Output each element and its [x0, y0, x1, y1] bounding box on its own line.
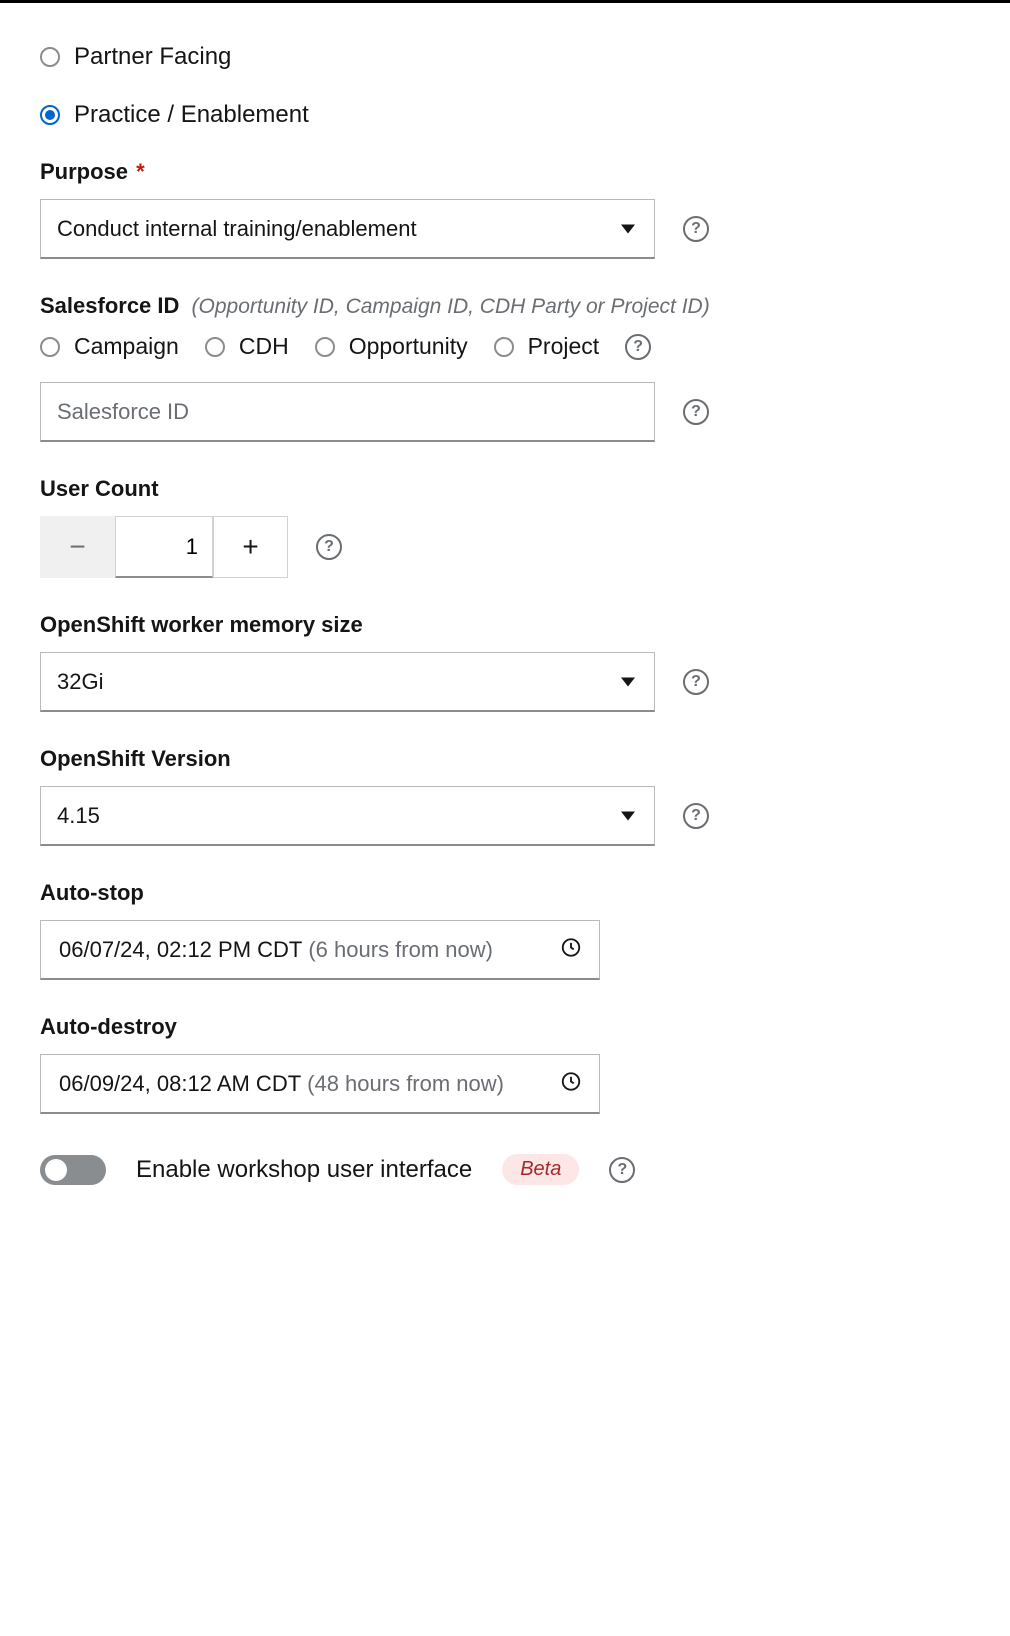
worker-memory-field: OpenShift worker memory size 32Gi ? [40, 612, 970, 712]
help-icon[interactable]: ? [625, 334, 651, 360]
purpose-label-text: Purpose [40, 159, 128, 184]
auto-stop-field: Auto-stop 06/07/24, 02:12 PM CDT (6 hour… [40, 880, 970, 980]
worker-memory-select[interactable]: 32Gi [40, 652, 655, 712]
auto-destroy-input[interactable]: 06/09/24, 08:12 AM CDT (48 hours from no… [40, 1054, 600, 1114]
salesforce-field: Salesforce ID (Opportunity ID, Campaign … [40, 293, 970, 442]
help-icon[interactable]: ? [609, 1157, 635, 1183]
openshift-version-field: OpenShift Version 4.15 ? [40, 746, 970, 846]
salesforce-label-text: Salesforce ID [40, 293, 179, 318]
help-icon[interactable]: ? [683, 803, 709, 829]
salesforce-type-campaign[interactable]: Campaign [40, 333, 179, 360]
stepper-plus-button[interactable]: + [213, 516, 288, 578]
help-icon[interactable]: ? [683, 216, 709, 242]
salesforce-type-project[interactable]: Project [494, 333, 600, 360]
auto-stop-label: Auto-stop [40, 880, 970, 906]
workshop-ui-toggle[interactable] [40, 1155, 106, 1185]
salesforce-type-label: Opportunity [349, 333, 468, 360]
salesforce-type-cdh[interactable]: CDH [205, 333, 289, 360]
workshop-ui-row: Enable workshop user interface Beta ? [40, 1154, 970, 1185]
audience-label-practice: Practice / Enablement [74, 101, 309, 129]
toggle-knob [45, 1159, 67, 1181]
stepper-minus-button[interactable]: − [40, 516, 115, 578]
salesforce-label: Salesforce ID (Opportunity ID, Campaign … [40, 293, 970, 319]
worker-memory-value[interactable]: 32Gi [40, 652, 655, 712]
salesforce-hint: (Opportunity ID, Campaign ID, CDH Party … [192, 295, 710, 318]
user-count-label: User Count [40, 476, 970, 502]
purpose-field: Purpose * Conduct internal training/enab… [40, 159, 970, 259]
workshop-ui-label: Enable workshop user interface [136, 1156, 472, 1184]
salesforce-radio-cdh[interactable] [205, 337, 225, 357]
audience-option-practice[interactable]: Practice / Enablement [40, 101, 970, 129]
audience-radio-practice[interactable] [40, 105, 60, 125]
user-count-input[interactable] [115, 516, 213, 578]
auto-stop-relative: (6 hours from now) [308, 937, 493, 963]
auto-destroy-relative: (48 hours from now) [307, 1071, 504, 1097]
auto-destroy-field: Auto-destroy 06/09/24, 08:12 AM CDT (48 … [40, 1014, 970, 1114]
beta-badge: Beta [502, 1154, 579, 1185]
audience-radio-group: Partner Facing Practice / Enablement [40, 43, 970, 129]
salesforce-radio-campaign[interactable] [40, 337, 60, 357]
purpose-select[interactable]: Conduct internal training/enablement [40, 199, 655, 259]
audience-option-partner[interactable]: Partner Facing [40, 43, 970, 71]
audience-label-partner: Partner Facing [74, 43, 231, 71]
purpose-label: Purpose * [40, 159, 970, 185]
purpose-select-value[interactable]: Conduct internal training/enablement [40, 199, 655, 259]
help-icon[interactable]: ? [683, 669, 709, 695]
salesforce-radio-opportunity[interactable] [315, 337, 335, 357]
salesforce-type-label: Project [528, 333, 600, 360]
auto-destroy-label: Auto-destroy [40, 1014, 970, 1040]
help-icon[interactable]: ? [316, 534, 342, 560]
auto-stop-input[interactable]: 06/07/24, 02:12 PM CDT (6 hours from now… [40, 920, 600, 980]
openshift-version-select[interactable]: 4.15 [40, 786, 655, 846]
salesforce-id-input[interactable] [40, 382, 655, 442]
salesforce-type-row: Campaign CDH Opportunity Project ? [40, 333, 970, 360]
worker-memory-label: OpenShift worker memory size [40, 612, 970, 638]
user-count-field: User Count − + ? [40, 476, 970, 578]
auto-stop-value: 06/07/24, 02:12 PM CDT [59, 937, 302, 963]
salesforce-type-label: Campaign [74, 333, 179, 360]
openshift-version-value[interactable]: 4.15 [40, 786, 655, 846]
salesforce-radio-project[interactable] [494, 337, 514, 357]
salesforce-type-opportunity[interactable]: Opportunity [315, 333, 468, 360]
help-icon[interactable]: ? [683, 399, 709, 425]
salesforce-type-label: CDH [239, 333, 289, 360]
required-marker: * [136, 159, 145, 184]
auto-destroy-value: 06/09/24, 08:12 AM CDT [59, 1071, 301, 1097]
user-count-stepper: − + [40, 516, 288, 578]
audience-radio-partner[interactable] [40, 47, 60, 67]
openshift-version-label: OpenShift Version [40, 746, 970, 772]
